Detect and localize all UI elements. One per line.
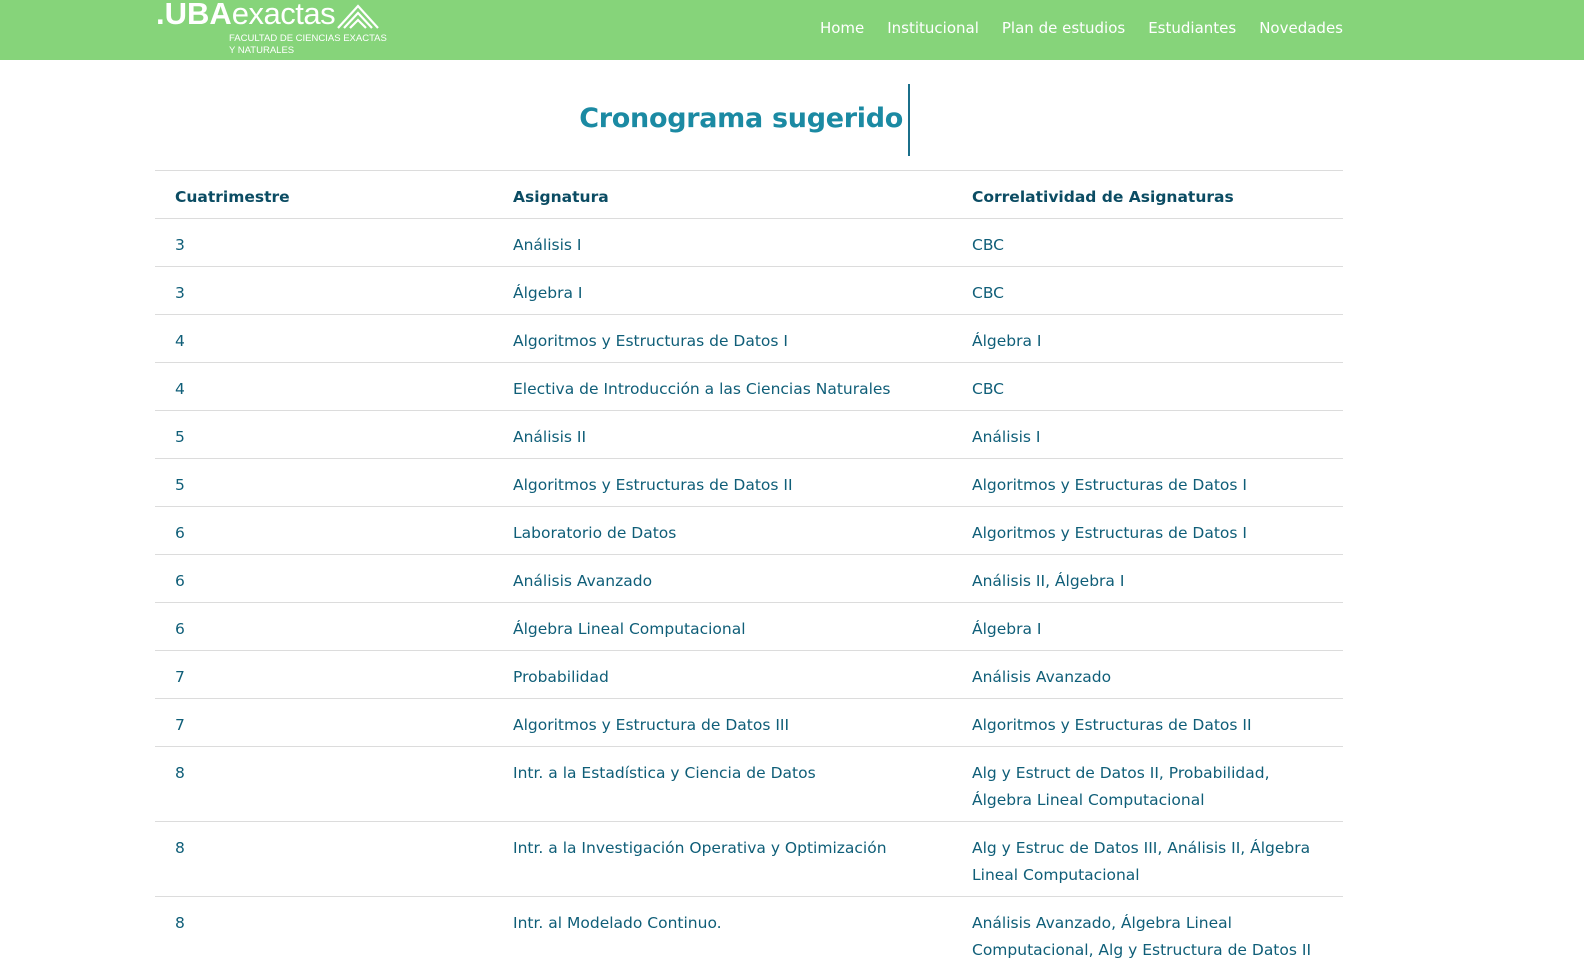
cell-asignatura: Álgebra Lineal Computacional	[493, 602, 952, 651]
logo-prefix: .UBA	[156, 0, 232, 31]
cell-asignatura: Intr. al Modelado Continuo.	[493, 896, 952, 971]
cell-asignatura: Algoritmos y Estructura de Datos III	[493, 698, 952, 747]
cell-cuatrimestre: 5	[155, 458, 493, 507]
nav-home[interactable]: Home	[820, 18, 864, 38]
header-cuatrimestre: Cuatrimestre	[155, 170, 493, 219]
nav-institucional[interactable]: Institucional	[887, 18, 979, 38]
cell-asignatura: Álgebra I	[493, 266, 952, 315]
cell-cuatrimestre: 6	[155, 602, 493, 651]
table-header-row: Cuatrimestre Asignatura Correlatividad d…	[155, 170, 1343, 219]
cell-cuatrimestre: 4	[155, 362, 493, 411]
cell-cuatrimestre: 7	[155, 650, 493, 699]
cell-correlatividad: Alg y Estruct de Datos II, Probabilidad,…	[952, 746, 1343, 822]
table-row: 4 Algoritmos y Estructuras de Datos I Ál…	[155, 314, 1343, 363]
cell-correlatividad: CBC	[952, 218, 1343, 267]
nav-estudiantes[interactable]: Estudiantes	[1148, 18, 1236, 38]
title-divider	[908, 84, 910, 156]
cell-asignatura: Electiva de Introducción a las Ciencias …	[493, 362, 952, 411]
cell-cuatrimestre: 5	[155, 410, 493, 459]
cell-asignatura: Análisis Avanzado	[493, 554, 952, 603]
cell-asignatura: Algoritmos y Estructuras de Datos I	[493, 314, 952, 363]
cell-cuatrimestre: 6	[155, 506, 493, 555]
cell-asignatura: Análisis I	[493, 218, 952, 267]
table-row: 7 Algoritmos y Estructura de Datos III A…	[155, 698, 1343, 747]
table-row: 5 Análisis II Análisis I	[155, 410, 1343, 459]
logo-roof-icon	[337, 4, 379, 29]
schedule-table: Cuatrimestre Asignatura Correlatividad d…	[155, 170, 1343, 971]
top-navbar: .UBAexactas FACULTAD DE CIENCIAS EXACTAS…	[0, 0, 1584, 60]
cell-asignatura: Intr. a la Investigación Operativa y Opt…	[493, 821, 952, 897]
logo-subtitle-line1: FACULTAD DE CIENCIAS EXACTAS	[229, 33, 387, 44]
main-nav: Home Institucional Plan de estudios Estu…	[820, 18, 1343, 38]
cell-correlatividad: Álgebra I	[952, 314, 1343, 363]
cell-asignatura: Probabilidad	[493, 650, 952, 699]
page-title-section: Cronograma sugerido	[0, 84, 1584, 156]
cell-correlatividad: CBC	[952, 362, 1343, 411]
page-title: Cronograma sugerido	[579, 103, 903, 134]
cell-correlatividad: Alg y Estruc de Datos III, Análisis II, …	[952, 821, 1343, 897]
table-row: 3 Álgebra I CBC	[155, 266, 1343, 315]
logo-name: exactas	[231, 0, 336, 31]
cell-correlatividad: Análisis Avanzado, Álgebra Lineal Comput…	[952, 896, 1343, 971]
table-row: 4 Electiva de Introducción a las Ciencia…	[155, 362, 1343, 411]
logo-subtitle: FACULTAD DE CIENCIAS EXACTAS Y NATURALES	[229, 33, 387, 57]
nav-plan-de-estudios[interactable]: Plan de estudios	[1002, 18, 1125, 38]
cell-correlatividad: Análisis II, Álgebra I	[952, 554, 1343, 603]
cell-asignatura: Intr. a la Estadística y Ciencia de Dato…	[493, 746, 952, 822]
table-row: 6 Análisis Avanzado Análisis II, Álgebra…	[155, 554, 1343, 603]
header-correlatividad: Correlatividad de Asignaturas	[952, 170, 1343, 219]
table-row: 8 Intr. a la Investigación Operativa y O…	[155, 821, 1343, 897]
logo-subtitle-line2: Y NATURALES	[229, 45, 295, 56]
cell-cuatrimestre: 8	[155, 896, 493, 971]
cell-correlatividad: Análisis Avanzado	[952, 650, 1343, 699]
cell-asignatura: Análisis II	[493, 410, 952, 459]
cell-cuatrimestre: 6	[155, 554, 493, 603]
table-row: 6 Álgebra Lineal Computacional Álgebra I	[155, 602, 1343, 651]
header-asignatura: Asignatura	[493, 170, 952, 219]
cell-cuatrimestre: 3	[155, 266, 493, 315]
table-row: 3 Análisis I CBC	[155, 218, 1343, 267]
table-row: 8 Intr. al Modelado Continuo. Análisis A…	[155, 896, 1343, 971]
table-row: 6 Laboratorio de Datos Algoritmos y Estr…	[155, 506, 1343, 555]
cell-asignatura: Algoritmos y Estructuras de Datos II	[493, 458, 952, 507]
cell-cuatrimestre: 8	[155, 821, 493, 897]
cell-cuatrimestre: 7	[155, 698, 493, 747]
table-row: 5 Algoritmos y Estructuras de Datos II A…	[155, 458, 1343, 507]
nav-novedades[interactable]: Novedades	[1259, 18, 1343, 38]
cell-cuatrimestre: 3	[155, 218, 493, 267]
table-row: 8 Intr. a la Estadística y Ciencia de Da…	[155, 746, 1343, 822]
logo-wordmark: .UBAexactas	[156, 0, 336, 32]
cell-correlatividad: Análisis I	[952, 410, 1343, 459]
cell-asignatura: Laboratorio de Datos	[493, 506, 952, 555]
table-row: 7 Probabilidad Análisis Avanzado	[155, 650, 1343, 699]
cell-cuatrimestre: 8	[155, 746, 493, 822]
cell-correlatividad: Algoritmos y Estructuras de Datos II	[952, 698, 1343, 747]
cell-correlatividad: CBC	[952, 266, 1343, 315]
cell-cuatrimestre: 4	[155, 314, 493, 363]
cell-correlatividad: Algoritmos y Estructuras de Datos I	[952, 506, 1343, 555]
cell-correlatividad: Álgebra I	[952, 602, 1343, 651]
cell-correlatividad: Algoritmos y Estructuras de Datos I	[952, 458, 1343, 507]
